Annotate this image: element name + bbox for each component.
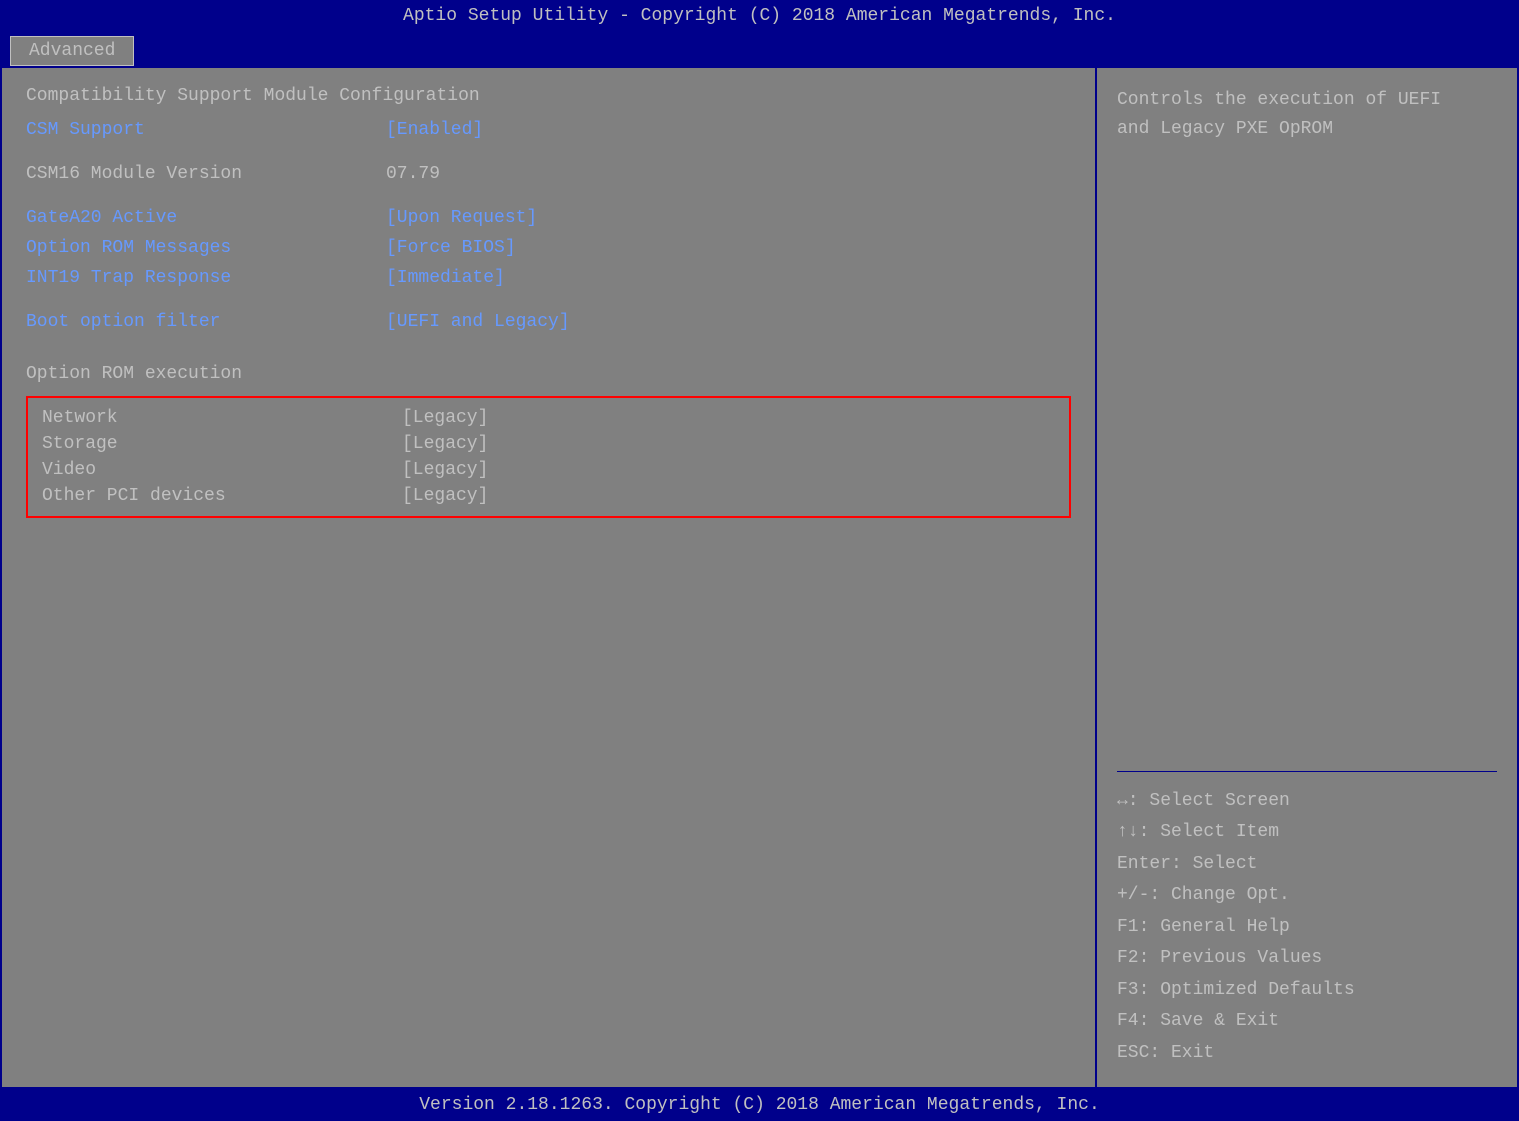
nav-general-help: F1: General Help [1117, 912, 1497, 944]
int19-value: [Immediate] [386, 268, 505, 288]
csm-support-row[interactable]: CSM Support [Enabled] [26, 120, 1071, 140]
main-area: Compatibility Support Module Configurati… [0, 66, 1519, 1089]
tab-bar: Advanced [0, 32, 1519, 66]
section-title: Compatibility Support Module Configurati… [26, 86, 1071, 106]
title-text: Aptio Setup Utility - Copyright (C) 2018… [403, 6, 1116, 26]
storage-label: Storage [42, 434, 402, 454]
csm16-label: CSM16 Module Version [26, 164, 386, 184]
boot-option-filter-value: [UEFI and Legacy] [386, 312, 570, 332]
nav-enter-select: Enter: Select [1117, 849, 1497, 881]
advanced-tab[interactable]: Advanced [10, 36, 134, 66]
nav-save-exit: F4: Save & Exit [1117, 1006, 1497, 1038]
network-label: Network [42, 408, 402, 428]
int19-row[interactable]: INT19 Trap Response [Immediate] [26, 268, 1071, 288]
option-rom-messages-row[interactable]: Option ROM Messages [Force BIOS] [26, 238, 1071, 258]
int19-label: INT19 Trap Response [26, 268, 386, 288]
storage-value: [Legacy] [402, 434, 488, 454]
nav-esc-exit: ESC: Exit [1117, 1038, 1497, 1070]
storage-row[interactable]: Storage [Legacy] [42, 434, 1055, 454]
gatea20-row[interactable]: GateA20 Active [Upon Request] [26, 208, 1071, 228]
help-text: Controls the execution of UEFIand Legacy… [1117, 86, 1497, 757]
right-divider [1117, 771, 1497, 772]
option-rom-messages-label: Option ROM Messages [26, 238, 386, 258]
bios-screen: Aptio Setup Utility - Copyright (C) 2018… [0, 0, 1519, 1121]
video-row[interactable]: Video [Legacy] [42, 460, 1055, 480]
other-pci-label: Other PCI devices [42, 486, 402, 506]
nav-previous-values: F2: Previous Values [1117, 943, 1497, 975]
navigation-help: ↔: Select Screen ↑↓: Select Item Enter: … [1117, 786, 1497, 1070]
video-value: [Legacy] [402, 460, 488, 480]
nav-optimized-defaults: F3: Optimized Defaults [1117, 975, 1497, 1007]
network-value: [Legacy] [402, 408, 488, 428]
option-rom-execution-title: Option ROM execution [26, 364, 1071, 384]
boot-option-filter-label: Boot option filter [26, 312, 386, 332]
option-rom-execution-box: Network [Legacy] Storage [Legacy] Video … [26, 396, 1071, 518]
csm-support-value: [Enabled] [386, 120, 483, 140]
csm16-value: 07.79 [386, 164, 440, 184]
video-label: Video [42, 460, 402, 480]
title-bar: Aptio Setup Utility - Copyright (C) 2018… [0, 0, 1519, 32]
csm16-row: CSM16 Module Version 07.79 [26, 164, 1071, 184]
nav-select-item: ↑↓: Select Item [1117, 817, 1497, 849]
nav-select-screen: ↔: Select Screen [1117, 786, 1497, 818]
gatea20-value: [Upon Request] [386, 208, 537, 228]
boot-option-filter-row[interactable]: Boot option filter [UEFI and Legacy] [26, 312, 1071, 332]
network-row[interactable]: Network [Legacy] [42, 408, 1055, 428]
nav-change-opt: +/-: Change Opt. [1117, 880, 1497, 912]
footer-text: Version 2.18.1263. Copyright (C) 2018 Am… [419, 1095, 1100, 1115]
other-pci-value: [Legacy] [402, 486, 488, 506]
option-rom-messages-value: [Force BIOS] [386, 238, 516, 258]
footer: Version 2.18.1263. Copyright (C) 2018 Am… [0, 1089, 1519, 1121]
csm-support-label: CSM Support [26, 120, 386, 140]
gatea20-label: GateA20 Active [26, 208, 386, 228]
other-pci-row[interactable]: Other PCI devices [Legacy] [42, 486, 1055, 506]
left-panel: Compatibility Support Module Configurati… [2, 68, 1097, 1087]
right-panel: Controls the execution of UEFIand Legacy… [1097, 68, 1517, 1087]
